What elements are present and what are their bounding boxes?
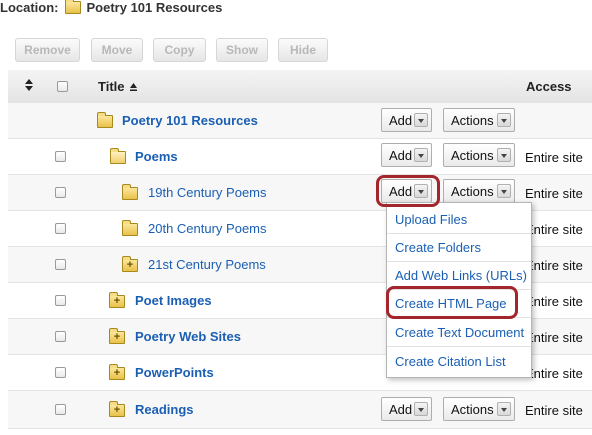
access-value: Entire site: [525, 330, 583, 345]
dropdown-arrow-icon: [497, 113, 511, 127]
row-checkbox[interactable]: [55, 223, 66, 234]
table-row: Poems Add Actions Entire site: [8, 139, 592, 175]
menu-item-create-citation-list[interactable]: Create Citation List: [387, 348, 531, 376]
folder-name-link[interactable]: Poetry 101 Resources: [122, 113, 258, 128]
access-value: Entire site: [525, 366, 583, 381]
table-header: Title Access: [8, 70, 592, 104]
hide-button[interactable]: Hide: [278, 38, 328, 62]
row-checkbox[interactable]: [55, 187, 66, 198]
row-checkbox[interactable]: [55, 404, 66, 415]
menu-item-create-text-document[interactable]: Create Text Document: [387, 319, 531, 347]
access-value: Entire site: [525, 186, 583, 201]
copy-button[interactable]: Copy: [153, 38, 206, 62]
add-button[interactable]: Add: [381, 143, 432, 167]
access-value: Entire site: [525, 258, 583, 273]
folder-name-link[interactable]: 20th Century Poems: [148, 221, 267, 236]
row-checkbox[interactable]: [55, 331, 66, 342]
folder-name-link[interactable]: Poet Images: [135, 293, 212, 308]
move-button[interactable]: Move: [91, 38, 143, 62]
row-checkbox[interactable]: [55, 259, 66, 270]
access-value: Entire site: [525, 403, 583, 418]
table-row: Poetry 101 Resources Add Actions: [8, 103, 592, 139]
add-button-highlight: [376, 175, 440, 207]
access-value: Entire site: [525, 222, 583, 237]
folder-icon[interactable]: [122, 220, 138, 236]
actions-button[interactable]: Actions: [443, 108, 515, 132]
location-path: Poetry 101 Resources: [86, 0, 223, 15]
select-all-checkbox[interactable]: [57, 81, 68, 92]
dropdown-arrow-icon: [414, 113, 428, 127]
menu-item-create-folders[interactable]: Create Folders: [387, 234, 531, 262]
column-title-header[interactable]: Title: [98, 79, 125, 94]
location-breadcrumb: Location: Poetry 101 Resources: [0, 0, 592, 15]
folder-plus-icon[interactable]: +: [109, 401, 125, 417]
row-checkbox[interactable]: [55, 295, 66, 306]
folder-icon: [64, 0, 81, 14]
dropdown-arrow-icon: [497, 184, 511, 198]
column-access-header: Access: [526, 79, 572, 94]
remove-button[interactable]: Remove: [15, 38, 80, 62]
add-button[interactable]: Add: [381, 397, 432, 421]
folder-plus-icon[interactable]: +: [122, 256, 138, 272]
folder-plus-icon[interactable]: +: [109, 364, 125, 380]
location-label: Location:: [0, 0, 59, 15]
folder-plus-icon[interactable]: +: [109, 328, 125, 344]
actions-button[interactable]: Actions: [443, 143, 515, 167]
folder-name-link[interactable]: PowerPoints: [135, 365, 214, 380]
actions-button[interactable]: Actions: [443, 397, 515, 421]
folder-plus-icon[interactable]: +: [109, 292, 125, 308]
sort-icon[interactable]: [24, 78, 34, 92]
add-button[interactable]: Add: [381, 108, 432, 132]
dropdown-arrow-icon: [414, 148, 428, 162]
folder-icon[interactable]: [122, 184, 138, 200]
table-row: + Readings Add Actions Entire site: [8, 391, 592, 429]
folder-open-icon[interactable]: [110, 148, 126, 164]
row-checkbox[interactable]: [55, 151, 66, 162]
dropdown-arrow-icon: [414, 402, 428, 416]
folder-name-link[interactable]: 21st Century Poems: [148, 257, 266, 272]
actions-button[interactable]: Actions: [443, 179, 515, 203]
dropdown-arrow-icon: [497, 148, 511, 162]
menu-item-upload-files[interactable]: Upload Files: [387, 206, 531, 234]
row-checkbox[interactable]: [55, 367, 66, 378]
sort-ascending-icon[interactable]: [129, 82, 138, 92]
access-value: Entire site: [525, 294, 583, 309]
folder-icon: [97, 112, 113, 128]
create-html-page-highlight: [386, 286, 518, 319]
folder-name-link[interactable]: 19th Century Poems: [148, 185, 267, 200]
access-value: Entire site: [525, 150, 583, 165]
folder-name-link[interactable]: Poetry Web Sites: [135, 329, 241, 344]
show-button[interactable]: Show: [216, 38, 268, 62]
folder-name-link[interactable]: Readings: [135, 402, 194, 417]
folder-name-link[interactable]: Poems: [135, 149, 178, 164]
dropdown-arrow-icon: [497, 402, 511, 416]
